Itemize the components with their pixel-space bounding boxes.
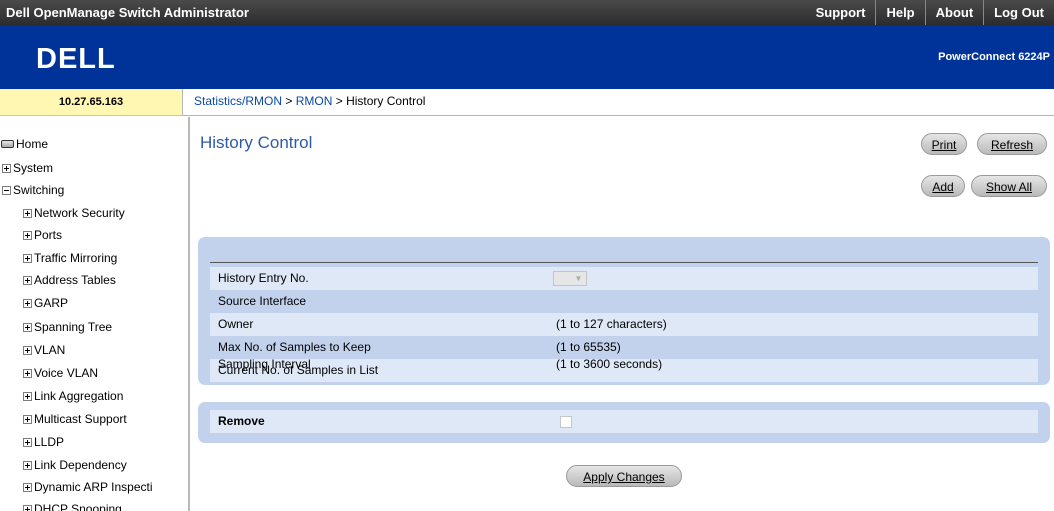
nav-switching-label: Switching [13, 183, 65, 197]
breadcrumb-separator: > [335, 94, 343, 108]
home-icon [1, 140, 14, 148]
expand-icon[interactable] [23, 275, 32, 285]
device-ip: 10.27.65.163 [0, 89, 182, 116]
content-area: History Control Print Refresh Add Show A… [192, 117, 1054, 511]
nav-home[interactable]: Home [1, 137, 48, 151]
nav-item-label: DHCP Snooping [34, 502, 122, 511]
expand-icon[interactable] [23, 230, 32, 240]
history-entry-select[interactable]: ▼ [553, 271, 587, 286]
nav-item[interactable]: Ports [23, 228, 62, 242]
expand-icon[interactable] [23, 482, 32, 492]
app-title: Dell OpenManage Switch Administrator [6, 5, 249, 20]
nav-item-label: GARP [34, 296, 69, 310]
apply-changes-button[interactable]: Apply Changes [566, 465, 682, 487]
logout-link[interactable]: Log Out [983, 0, 1054, 25]
nav-item[interactable]: DHCP Snooping [23, 502, 122, 511]
print-button[interactable]: Print [921, 133, 967, 155]
form-row-remove: Remove [210, 410, 1038, 433]
expand-icon[interactable] [23, 437, 32, 447]
field-label: Sampling Interval [218, 357, 311, 371]
nav-item[interactable]: Link Aggregation [23, 389, 123, 403]
expand-icon[interactable] [23, 368, 32, 378]
nav-item-label: Link Dependency [34, 458, 127, 472]
support-link[interactable]: Support [806, 0, 876, 25]
nav-system[interactable]: System [2, 161, 53, 175]
dell-logo: DELL [36, 43, 116, 71]
breadcrumb: Statistics/RMON > RMON > History Control [182, 89, 1054, 116]
field-label: Source Interface [218, 294, 307, 308]
product-name: PowerConnect 6224P [938, 51, 1050, 63]
expand-icon[interactable] [23, 208, 32, 218]
collapse-icon[interactable] [2, 185, 11, 195]
expand-icon[interactable] [23, 460, 32, 470]
nav-item-label: Voice VLAN [34, 366, 99, 380]
help-link[interactable]: Help [875, 0, 924, 25]
nav-item-label: Link Aggregation [34, 389, 124, 403]
expand-icon[interactable] [23, 504, 32, 511]
nav-item-label: Dynamic ARP Inspecti [34, 480, 153, 494]
sampling-interval-hint: (1 to 3600 seconds) [556, 357, 663, 371]
form-row-sampling-interval: Sampling Interval (1 to 3600 seconds) [210, 353, 1038, 376]
nav-item[interactable]: Network Security [23, 206, 125, 220]
nav-item-label: VLAN [34, 343, 66, 357]
expand-icon[interactable] [23, 414, 32, 424]
expand-icon[interactable] [23, 391, 32, 401]
nav-item[interactable]: LLDP [23, 435, 64, 449]
breadcrumb-statistics-rmon[interactable]: Statistics/RMON [194, 94, 282, 108]
form-row-source-interface: Source Interface [210, 290, 1038, 313]
field-label: History Entry No. [218, 271, 309, 285]
expand-icon[interactable] [23, 298, 32, 308]
nav-item-label: Spanning Tree [34, 320, 113, 334]
remove-panel: Remove [198, 402, 1050, 443]
chevron-down-icon: ▼ [574, 274, 583, 283]
expand-icon[interactable] [23, 345, 32, 355]
nav-item-label: LLDP [34, 435, 65, 449]
field-label: Owner [218, 317, 254, 331]
nav-item-label: Traffic Mirroring [34, 251, 118, 265]
refresh-button[interactable]: Refresh [977, 133, 1047, 155]
nav-system-label: System [13, 161, 54, 175]
form-row-owner: Owner (1 to 127 characters) [210, 313, 1038, 336]
nav-item-label: Network Security [34, 206, 125, 220]
nav-item-label: Address Tables [34, 273, 116, 287]
dell-logo-text: DELL [36, 43, 116, 71]
nav-item[interactable]: Address Tables [23, 273, 116, 287]
page-title: History Control [200, 133, 313, 152]
nav-switching[interactable]: Switching [2, 183, 64, 197]
remove-label: Remove [218, 414, 265, 428]
breadcrumb-separator: > [285, 94, 293, 108]
nav-item[interactable]: GARP [23, 296, 68, 310]
nav-tree: Home System Switching Network Security P… [0, 117, 190, 511]
about-link[interactable]: About [924, 0, 984, 25]
form-row-history-entry: History Entry No. ▼ [210, 267, 1038, 290]
divider [210, 262, 1038, 263]
breadcrumb-rmon[interactable]: RMON [296, 94, 333, 108]
nav-item-label: Multicast Support [34, 412, 127, 426]
nav-item[interactable]: Link Dependency [23, 458, 127, 472]
show-all-button[interactable]: Show All [971, 175, 1047, 197]
nav-item[interactable]: Multicast Support [23, 412, 127, 426]
expand-icon[interactable] [2, 163, 11, 173]
nav-item[interactable]: Dynamic ARP Inspecti [23, 480, 153, 494]
owner-hint: (1 to 127 characters) [556, 317, 667, 331]
nav-item[interactable]: Spanning Tree [23, 320, 112, 334]
expand-icon[interactable] [23, 253, 32, 263]
nav-item[interactable]: Traffic Mirroring [23, 251, 117, 265]
remove-checkbox[interactable] [560, 416, 572, 428]
header-banner: DELL PowerConnect 6224P [0, 25, 1054, 89]
expand-icon[interactable] [23, 322, 32, 332]
top-bar: Dell OpenManage Switch Administrator Sup… [0, 0, 1054, 25]
nav-item-label: Ports [34, 228, 63, 242]
nav-item[interactable]: VLAN [23, 343, 65, 357]
top-links: Support Help About Log Out [806, 0, 1054, 25]
nav-home-label: Home [16, 137, 49, 151]
nav-item[interactable]: Voice VLAN [23, 366, 98, 380]
add-button[interactable]: Add [921, 175, 965, 197]
breadcrumb-current: History Control [346, 94, 426, 108]
